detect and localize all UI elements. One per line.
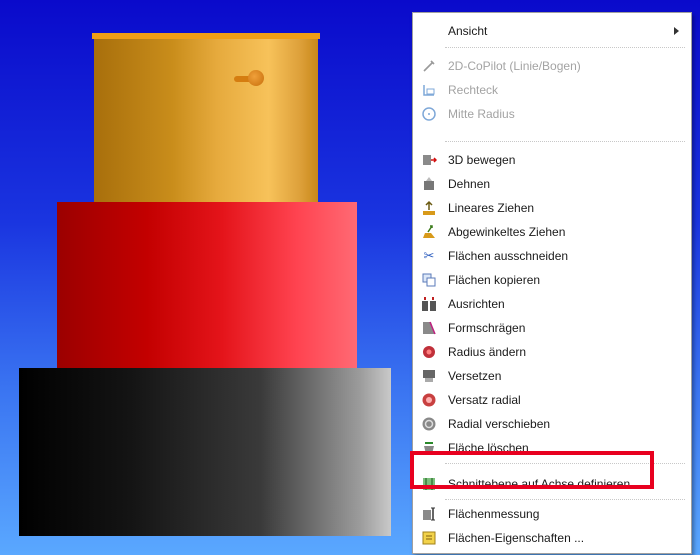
highlight-box [410, 451, 654, 489]
bottom-cylinder[interactable] [19, 368, 391, 536]
menu-item-formschraegen[interactable]: Formschrägen [413, 316, 691, 340]
move-3d-icon [421, 152, 437, 168]
top-cylinder[interactable] [94, 38, 318, 204]
menu-item-flaechenmessung[interactable]: Flächenmessung [413, 502, 691, 526]
menu-item-radial-verschieben[interactable]: Radial verschieben [413, 412, 691, 436]
menu-item-flaechen-eigenschaften[interactable]: Flächen-Eigenschaften ... [413, 526, 691, 550]
menu-item-flaechen-kopieren[interactable]: Flächen kopieren [413, 268, 691, 292]
middle-cylinder[interactable] [57, 202, 357, 372]
menu-item-dehnen[interactable]: Dehnen [413, 172, 691, 196]
radial-move-icon [421, 416, 437, 432]
pin-head[interactable] [248, 70, 264, 86]
menu-item-versetzen[interactable]: Versetzen [413, 364, 691, 388]
menu-separator [445, 47, 685, 48]
align-icon [421, 296, 437, 312]
scissors-icon: ✂ [423, 248, 435, 263]
menu-item-mitte-radius[interactable]: Mitte Radius [413, 102, 691, 126]
face-measure-icon [421, 506, 437, 522]
radial-offset-icon [421, 392, 437, 408]
menu-separator [445, 141, 685, 142]
stretch-icon [421, 176, 437, 192]
rectangle-icon [421, 82, 437, 98]
change-radius-icon [421, 344, 437, 360]
menu-separator [445, 499, 685, 500]
menu-item-rechteck[interactable]: Rechteck [413, 78, 691, 102]
angled-pull-icon [421, 224, 437, 240]
menu-item-2d-copilot[interactable]: 2D-CoPilot (Linie/Bogen) [413, 54, 691, 78]
pencil-icon [421, 58, 437, 74]
menu-item-versatz-radial[interactable]: Versatz radial [413, 388, 691, 412]
menu-item-lineares-ziehen[interactable]: Lineares Ziehen [413, 196, 691, 220]
face-properties-icon [421, 530, 437, 546]
top-cylinder-rim[interactable] [92, 33, 320, 39]
circle-icon [421, 106, 437, 122]
offset-icon [421, 368, 437, 384]
menu-item-flaechen-ausschneiden[interactable]: ✂ Flächen ausschneiden [413, 244, 691, 268]
menu-item-3d-bewegen[interactable]: 3D bewegen [413, 148, 691, 172]
draft-icon [421, 320, 437, 336]
menu-item-ausrichten[interactable]: Ausrichten [413, 292, 691, 316]
submenu-arrow-icon [674, 27, 679, 35]
copy-faces-icon [421, 272, 437, 288]
menu-item-abgewinkeltes-ziehen[interactable]: Abgewinkeltes Ziehen [413, 220, 691, 244]
menu-item-radius-aendern[interactable]: Radius ändern [413, 340, 691, 364]
linear-pull-icon [421, 200, 437, 216]
menu-item-ansicht[interactable]: Ansicht [413, 19, 691, 43]
